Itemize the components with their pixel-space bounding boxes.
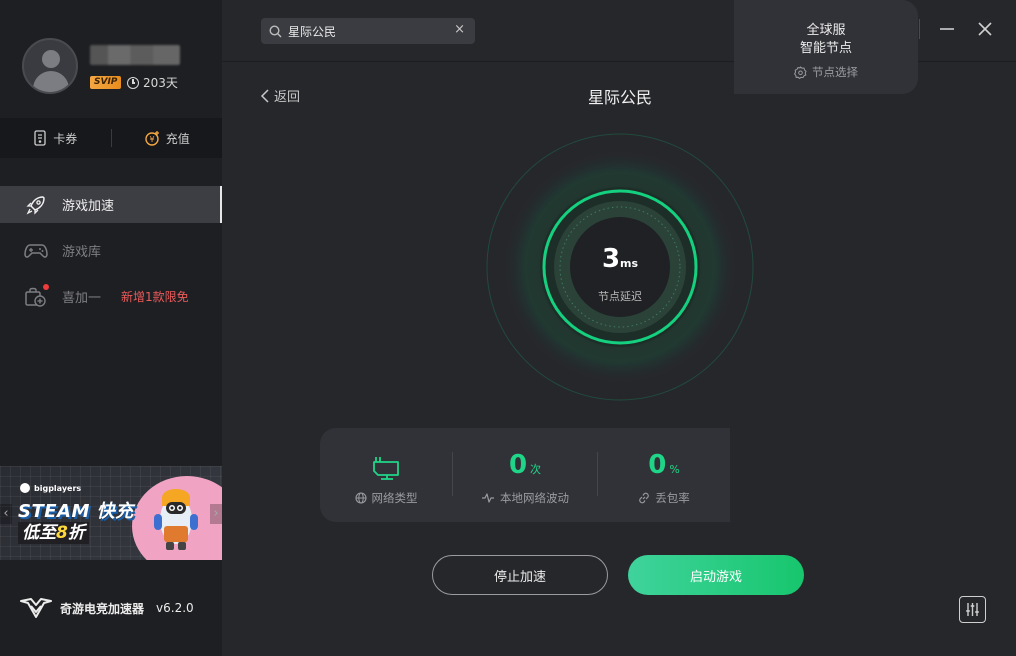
sidebar-item-free-games[interactable]: 喜加一 新增1款限免 <box>0 278 222 315</box>
stop-boost-button[interactable]: 停止加速 <box>432 555 608 595</box>
fluctuation-stat: 0 次 本地网络波动 <box>453 428 597 522</box>
search-box: × <box>261 18 475 44</box>
page-title: 星际公民 <box>587 88 652 107</box>
banner-brand: bigplayers <box>20 483 81 493</box>
sidebar-item-game-library[interactable]: 游戏库 <box>0 232 222 269</box>
gear-icon <box>794 65 807 79</box>
username-redacted <box>90 45 180 65</box>
user-profile: SVIP 203天 <box>0 0 222 118</box>
clock-icon <box>127 76 139 89</box>
search-icon <box>269 24 282 37</box>
bigplayers-logo-icon <box>20 483 30 493</box>
svg-text:¥: ¥ <box>149 135 154 144</box>
app-logo: 奇游电竞加速器 v6.2.0 <box>20 595 194 621</box>
network-stats-panel: 网络类型 0 次 本地网络波动 0 % 丢包率 <box>320 428 730 522</box>
coupon-label: 卡券 <box>53 131 78 146</box>
days-text: 203天 <box>143 76 178 90</box>
coupon-button[interactable]: 卡券 <box>0 118 111 158</box>
router-icon <box>373 457 399 480</box>
sidebar-item-game-boost[interactable]: 游戏加速 <box>0 186 222 223</box>
sidebar-nav: 游戏加速 游戏库 喜加一 新增1款限免 <box>0 186 222 324</box>
membership-days: 203天 <box>127 74 178 91</box>
packet-loss-stat: 0 % 丢包率 <box>598 428 730 522</box>
back-label: 返回 <box>274 90 301 105</box>
rocket-icon <box>24 193 48 217</box>
packet-loss-label: 丢包率 <box>655 491 690 505</box>
search-clear-button[interactable]: × <box>454 22 465 37</box>
fluctuation-unit: 次 <box>530 463 542 476</box>
minimize-icon[interactable] <box>936 18 958 40</box>
svip-badge: SVIP <box>90 76 122 89</box>
wallet-bar: 卡券 ¥ 充值 <box>0 118 222 158</box>
node-select-label: 节点选择 <box>812 65 858 79</box>
free-games-badge: 新增1款限免 <box>121 290 189 304</box>
node-name: 全球服 智能节点 <box>799 23 852 56</box>
gamepad-icon <box>24 239 48 263</box>
app-name: 奇游电竞加速器 <box>60 601 145 616</box>
avatar[interactable] <box>22 38 78 94</box>
pulse-icon <box>482 493 494 503</box>
network-type-stat: 网络类型 <box>320 428 452 522</box>
banner-subtitle: 低至8折 <box>18 522 89 544</box>
notification-dot <box>43 283 49 290</box>
sidebar-item-label: 喜加一 <box>62 291 102 306</box>
network-type-label: 网络类型 <box>371 491 418 505</box>
sidebar-item-label: 游戏库 <box>62 245 102 260</box>
latency-readout: 3ms <box>570 244 670 274</box>
recharge-coin-icon: ¥ <box>145 131 159 146</box>
link-icon <box>639 492 650 504</box>
close-icon[interactable] <box>974 18 996 40</box>
latency-value: 3 <box>601 244 621 274</box>
app-version: v6.2.0 <box>156 601 194 615</box>
sidebar-item-label: 游戏加速 <box>62 199 115 214</box>
recharge-label: 充值 <box>165 131 190 146</box>
globe-icon <box>354 492 367 504</box>
launch-game-button[interactable]: 启动游戏 <box>628 555 804 595</box>
sliders-icon <box>966 603 979 616</box>
recharge-button[interactable]: ¥ 充值 <box>112 118 223 158</box>
latency-label: 节点延迟 <box>598 290 642 303</box>
gift-bag-icon <box>24 283 49 309</box>
banner-next-button[interactable]: › <box>210 504 222 524</box>
toolbar-separator <box>919 19 920 39</box>
sidebar: SVIP 203天 卡券 ¥ 充值 游戏加速 游戏库 喜加一 新增1款限免 bi… <box>0 0 222 656</box>
latency-unit: ms <box>620 257 639 270</box>
chevron-left-icon <box>260 88 269 103</box>
banner-title: STEAM 快充 <box>18 501 134 522</box>
packet-loss-value: 0 <box>648 450 667 480</box>
coupon-icon <box>34 130 46 146</box>
qiyou-logo-icon <box>20 598 52 618</box>
fluctuation-label: 本地网络波动 <box>500 491 569 505</box>
sliders-settings-button[interactable] <box>959 596 986 623</box>
promo-banner[interactable]: bigplayers STEAM 快充 低至8折 ‹ › <box>0 466 222 560</box>
mascot-illustration <box>154 489 198 550</box>
fluctuation-value: 0 <box>508 450 528 480</box>
search-input[interactable] <box>288 24 448 38</box>
packet-loss-unit: % <box>669 463 680 476</box>
banner-prev-button[interactable]: ‹ <box>0 504 12 524</box>
node-select-panel[interactable]: 全球服 智能节点 节点选择 <box>734 0 918 94</box>
back-button[interactable]: 返回 <box>260 86 300 105</box>
